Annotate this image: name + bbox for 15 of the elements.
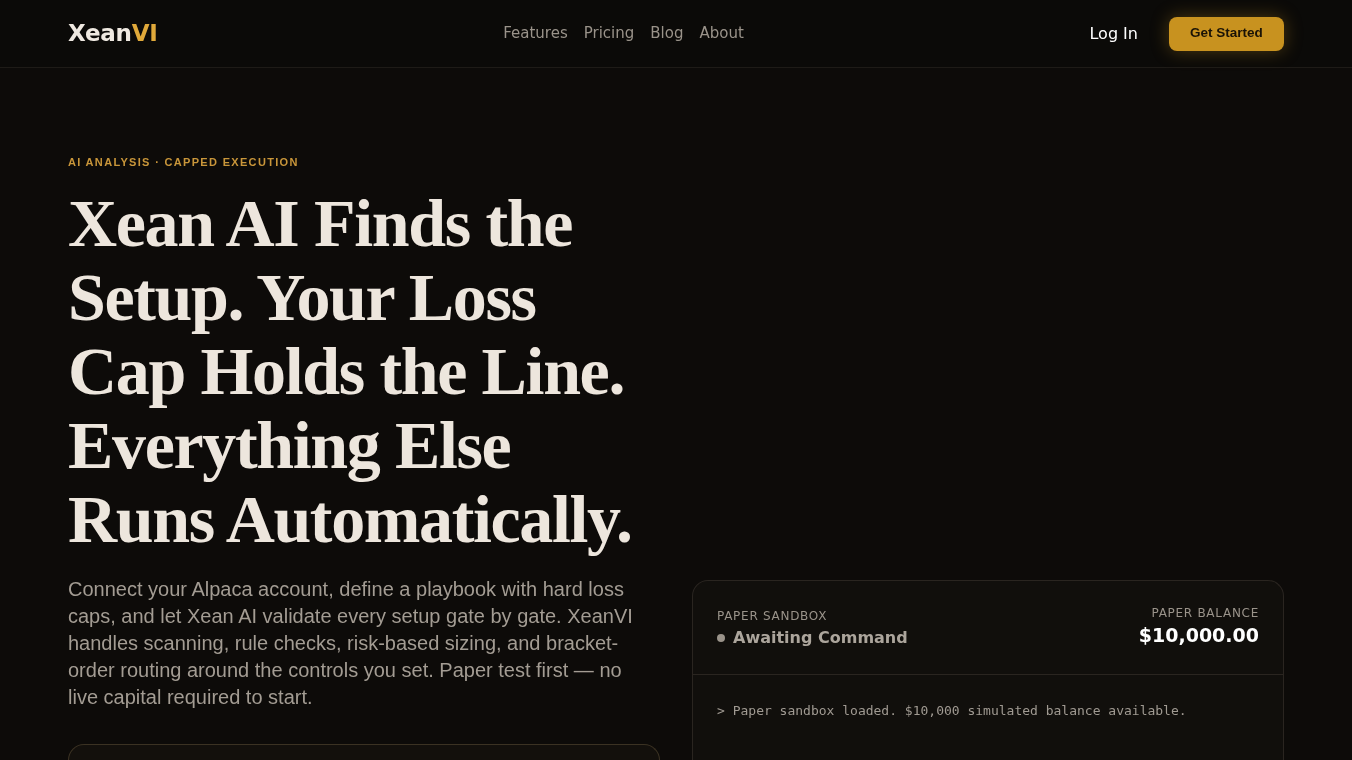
status-text: Awaiting Command <box>733 627 908 649</box>
eyebrow-text: AI ANALYSIS · CAPPED EXECUTION <box>68 155 300 170</box>
nav-link[interactable]: About <box>699 22 744 45</box>
nav-link[interactable]: Features <box>503 22 568 45</box>
log-line: > Paper sandbox loaded. $10,000 simulated balance available. <box>717 702 1188 720</box>
logo-text[interactable]: XeanVI <box>68 16 158 51</box>
sandbox-label: PAPER SANDBOX <box>717 608 829 624</box>
nav-link[interactable]: Blog <box>650 22 684 45</box>
get-started-button[interactable]: Get Started <box>1169 16 1284 51</box>
hero-description: Connect your Alpaca account, define a playbook with hard loss caps, and let Xean AI validate every setup gate by gate. XeanVI handles scanning, rule checks, risk-based sizing, and bracket-order routing around the controls you set. Paper test first — no live capital required to start. <box>68 577 634 710</box>
hero-heading: Xean AI Finds the Setup. Your Loss Cap Holds the Line. Everything Else Runs Automatically. <box>68 186 633 556</box>
login-link[interactable]: Log In <box>1089 21 1138 46</box>
balance-value: $10,000.00 <box>1138 623 1259 648</box>
nav-link[interactable]: Pricing <box>583 22 635 45</box>
balance-label: PAPER BALANCE <box>1151 605 1259 621</box>
